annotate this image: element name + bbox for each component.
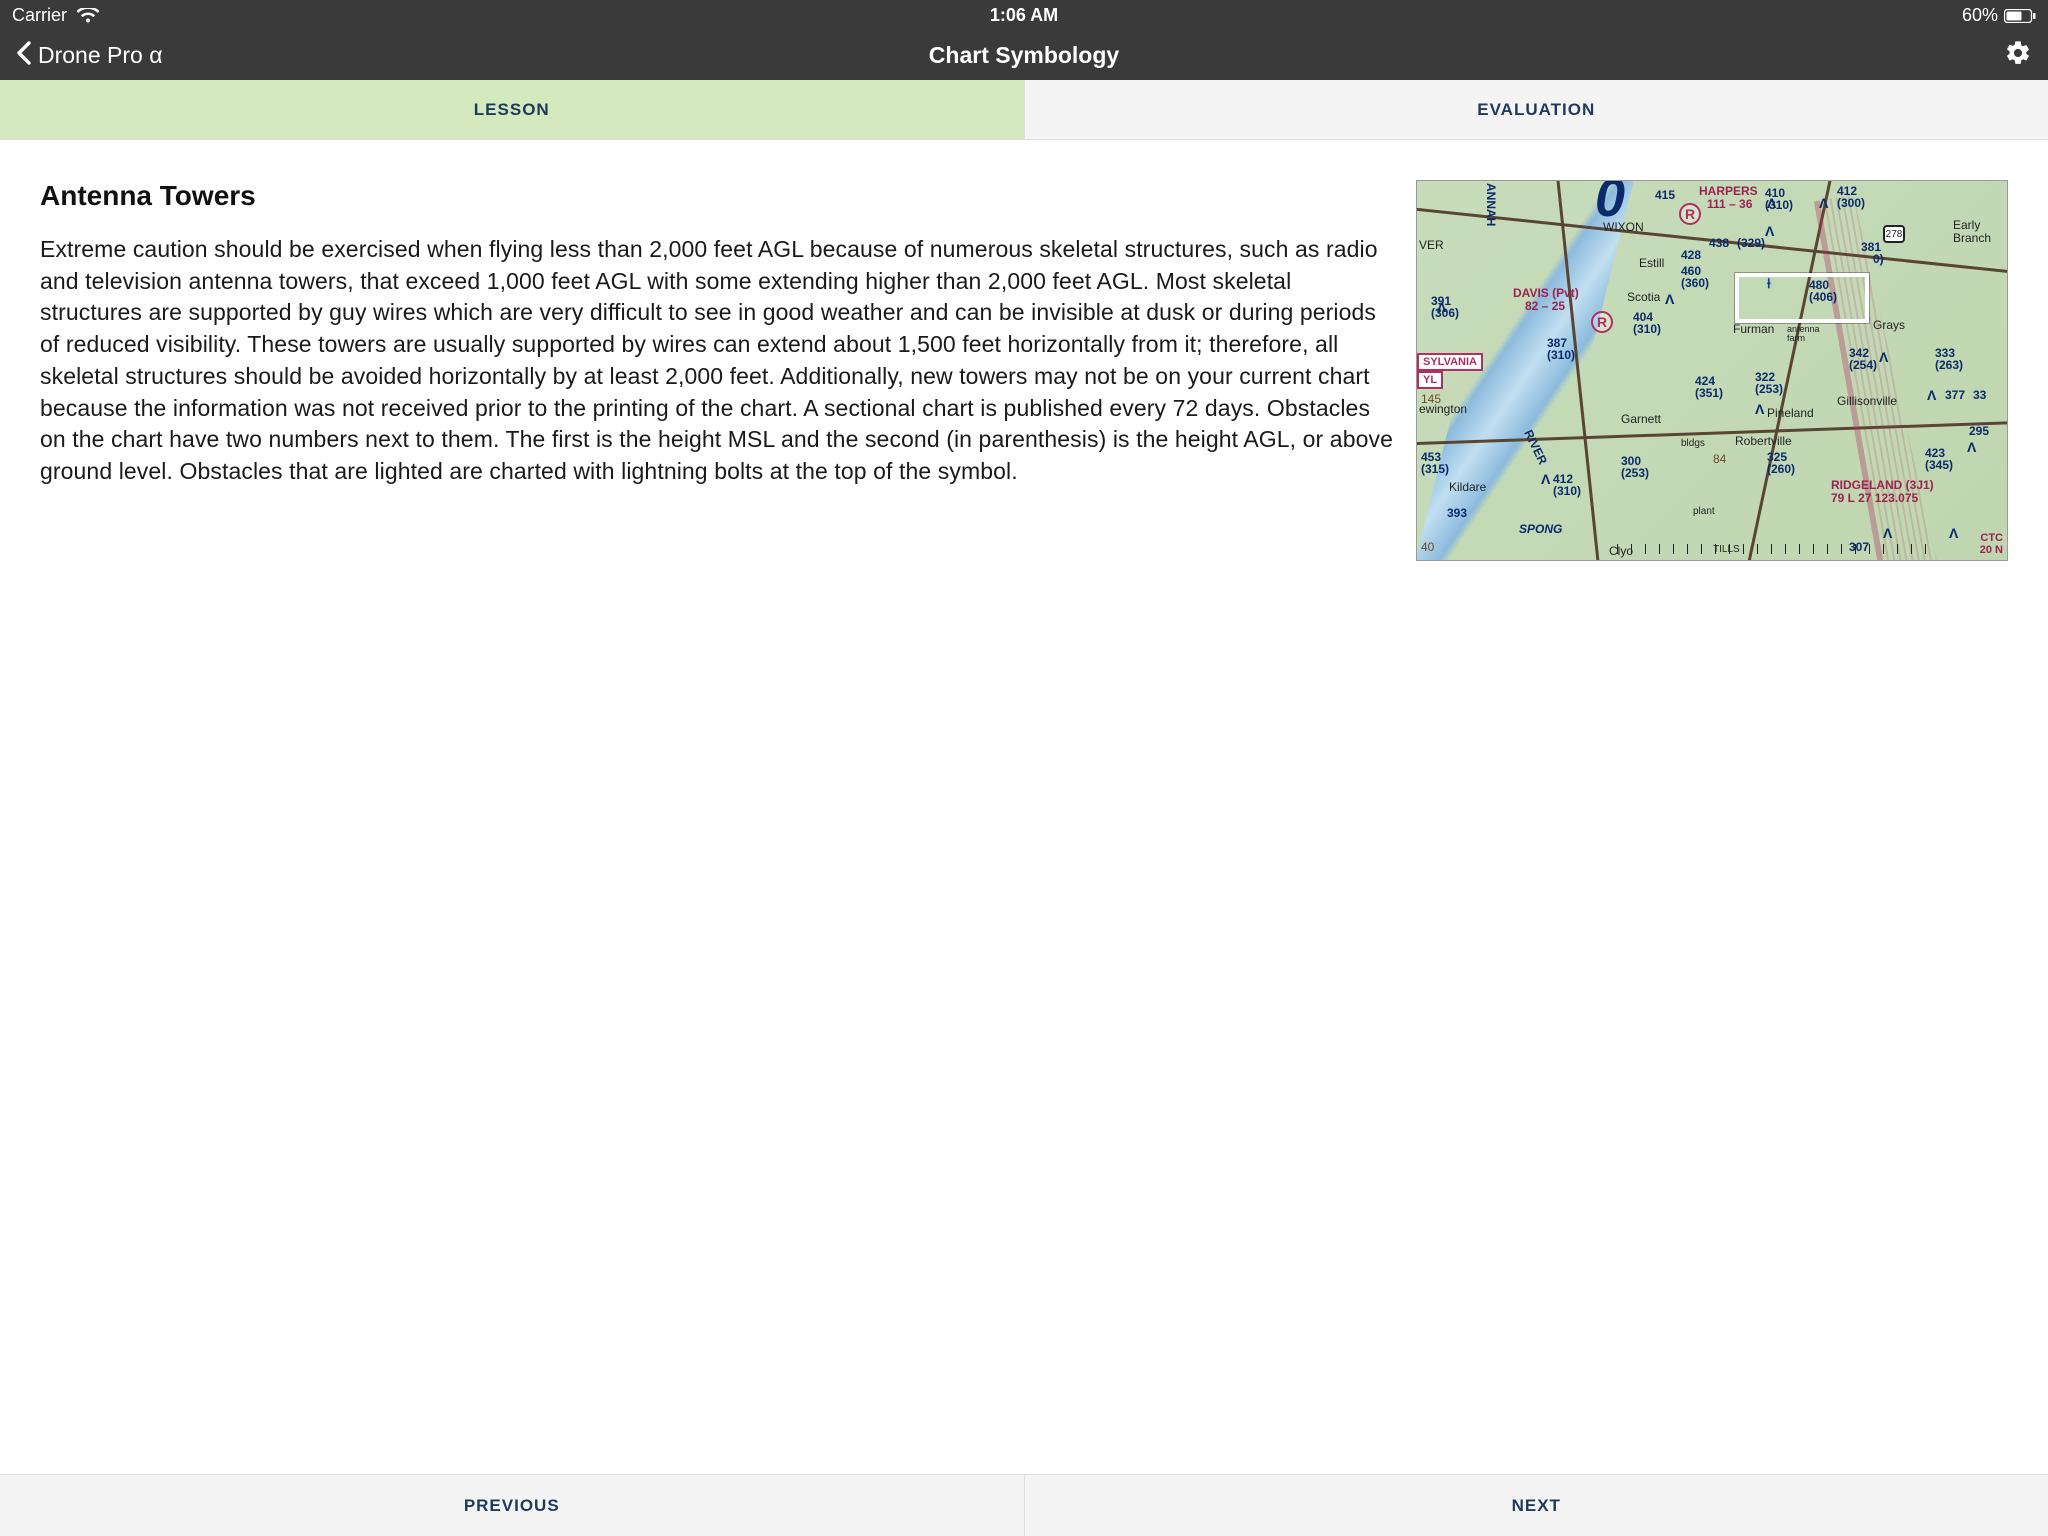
obstacle-value: 84 <box>1713 453 1726 466</box>
chart-highlight-box <box>1735 273 1869 323</box>
obstacle-value: (360) <box>1681 277 1709 290</box>
town-garnett: Garnett <box>1621 413 1661 426</box>
back-button[interactable]: Drone Pro α <box>16 41 163 71</box>
status-time: 1:06 AM <box>990 5 1058 26</box>
town-early-branch: Early Branch <box>1953 219 1991 244</box>
chart-20n: 20 N <box>1980 545 2003 557</box>
battery-pct: 60% <box>1962 5 1998 26</box>
obstacle-value: (310) <box>1547 349 1575 362</box>
obstacle-value: (253) <box>1755 383 1783 396</box>
town-estill: Estill <box>1639 257 1664 270</box>
obstacle-value: 415 <box>1655 189 1675 202</box>
tower-icon: Λ <box>1967 439 1976 455</box>
town-antenna-farm: antenna farm <box>1787 325 1820 344</box>
airport-harpers-rwy: 111 – 36 <box>1707 198 1752 211</box>
town-annah: ANNAH <box>1484 183 1497 226</box>
tower-icon: Λ <box>1879 349 1888 365</box>
back-label: Drone Pro α <box>38 42 163 69</box>
airport-ridgeland-line2: 79 L 27 123.075 <box>1831 492 1918 505</box>
obstacle-value: (306) <box>1431 307 1459 320</box>
obstacle-value: (254) <box>1849 359 1877 372</box>
page-title: Chart Symbology <box>929 42 1119 69</box>
obstacle-value: (253) <box>1621 467 1649 480</box>
obstacle-value: 145 <box>1421 393 1441 406</box>
tower-icon: Λ <box>1883 525 1892 541</box>
tab-bar: LESSON EVALUATION <box>0 80 2048 140</box>
tower-icon: Λ <box>1755 401 1764 417</box>
obstacle-value: (300) <box>1837 197 1865 210</box>
obstacle-value: (310) <box>1765 199 1793 212</box>
town-kildare: Kildare <box>1449 481 1486 494</box>
tower-icon: Λ <box>1819 195 1828 211</box>
town-scotia: Scotia <box>1627 291 1660 304</box>
town-over: VER <box>1419 239 1444 252</box>
obstacle-value: 33 <box>1973 389 1986 402</box>
obstacle-value: 40 <box>1421 541 1434 554</box>
town-pineland: Pineland <box>1767 407 1814 420</box>
tower-icon: Λ <box>1927 387 1936 403</box>
obstacle-value: (406) <box>1809 291 1837 304</box>
obstacle-value: 428 <box>1681 249 1701 262</box>
chevron-left-icon <box>16 41 32 71</box>
obstacle-value: (310) <box>1633 323 1661 336</box>
gear-icon <box>2004 54 2032 71</box>
obstacle-value: 377 <box>1945 389 1965 402</box>
route-shield-278: 278 <box>1883 225 1905 243</box>
next-button[interactable]: NEXT <box>1025 1475 2048 1536</box>
restricted-circle-icon: R <box>1591 311 1613 333</box>
label-spong: SPONG <box>1519 523 1562 536</box>
town-bldgs: bldgs <box>1681 439 1705 450</box>
town-grays: Grays <box>1873 319 1905 332</box>
settings-button[interactable] <box>2004 39 2032 72</box>
previous-button[interactable]: PREVIOUS <box>0 1475 1024 1536</box>
obstacle-value: 0) <box>1873 253 1884 266</box>
tower-icon: Λ <box>1665 291 1674 307</box>
lesson-content: 0 R R HARPERS 111 – 36 DAVIS (Pvt) 82 – … <box>0 140 2048 591</box>
town-gillisonville: Gillisonville <box>1837 395 1897 408</box>
sectional-chart-image: 0 R R HARPERS 111 – 36 DAVIS (Pvt) 82 – … <box>1416 180 2008 561</box>
lighted-tower-icon: ⟊ <box>1767 275 1771 292</box>
town-wixon: WIXON <box>1603 221 1644 234</box>
obstacle-value: (351) <box>1695 387 1723 400</box>
town-furman: Furman <box>1733 323 1774 336</box>
obstacle-value: (345) <box>1925 459 1953 472</box>
wifi-icon <box>77 8 99 24</box>
obstacle-value: (315) <box>1421 463 1449 476</box>
airport-davis-rwy: 82 – 25 <box>1525 300 1565 313</box>
bottom-nav: PREVIOUS NEXT <box>0 1474 2048 1536</box>
obstacle-value: (260) <box>1767 463 1795 476</box>
tower-icon: Λ <box>1949 525 1958 541</box>
airport-harpers: HARPERS <box>1699 185 1758 198</box>
town-robertville: Robertville <box>1735 435 1792 448</box>
status-bar: Carrier 1:06 AM 60% <box>0 0 2048 31</box>
airport-yl: YL <box>1417 371 1443 389</box>
obstacle-value: 438 <box>1709 237 1729 250</box>
restricted-circle-icon: R <box>1679 203 1701 225</box>
tower-icon: Λ <box>1765 223 1774 239</box>
airport-ridgeland: RIDGELAND (3J1) <box>1831 479 1934 492</box>
carrier-label: Carrier <box>12 5 67 26</box>
obstacle-value: 295 <box>1969 425 1989 438</box>
tab-evaluation[interactable]: EVALUATION <box>1025 80 2048 139</box>
obstacle-value: (310) <box>1553 485 1581 498</box>
chart-lat-ticks <box>1617 544 1927 554</box>
obstacle-value: (263) <box>1935 359 1963 372</box>
obstacle-value: (329) <box>1737 237 1765 250</box>
town-plant: plant <box>1693 507 1715 518</box>
navigation-bar: Drone Pro α Chart Symbology <box>0 31 2048 80</box>
tower-icon: Λ <box>1541 471 1550 487</box>
tab-lesson[interactable]: LESSON <box>0 80 1024 139</box>
obstacle-value: 393 <box>1447 507 1467 520</box>
airport-sylvania: SYLVANIA <box>1417 353 1483 371</box>
chart-ctc: CTC <box>1980 533 2003 545</box>
battery-icon <box>2004 9 2036 23</box>
airport-davis: DAVIS (Pvt) <box>1513 287 1579 300</box>
